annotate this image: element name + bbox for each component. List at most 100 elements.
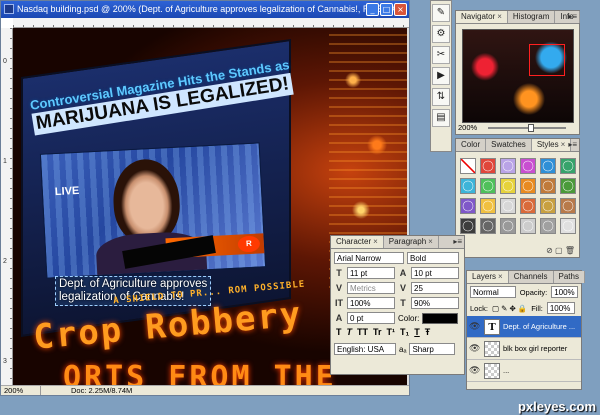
style-swatch[interactable] xyxy=(500,158,516,174)
layer-name[interactable]: Dept. of Agriculture ... xyxy=(503,322,575,331)
layer-thumbnail xyxy=(484,362,500,379)
all-caps-button[interactable]: TT xyxy=(357,327,368,337)
actions-icon[interactable]: ▶ xyxy=(432,67,450,85)
style-swatch[interactable] xyxy=(560,218,576,234)
style-swatch[interactable] xyxy=(480,178,496,194)
character-panel: Character × Paragraph × ▸≡ Arial Narrow Bo… xyxy=(330,235,465,375)
font-style-select[interactable]: Bold xyxy=(407,252,459,264)
font-size-icon: T xyxy=(336,268,342,278)
tool-preset-icon[interactable]: ⚙ xyxy=(432,25,450,43)
underline-button[interactable]: T xyxy=(414,327,420,337)
layer-item[interactable]: 👁 T Dept. of Agriculture ... xyxy=(467,316,581,338)
navigator-thumbnail[interactable] xyxy=(462,29,574,123)
kerning-field[interactable]: Metrics xyxy=(347,282,395,294)
style-swatch[interactable] xyxy=(540,178,556,194)
tab-paths[interactable]: Paths xyxy=(553,271,585,283)
leading-field[interactable]: 10 pt xyxy=(411,267,459,279)
faux-italic-button[interactable]: T xyxy=(347,327,353,337)
fill-field[interactable]: 100% xyxy=(546,302,575,314)
close-button[interactable]: × xyxy=(394,3,407,16)
layer-item[interactable]: 👁 ... xyxy=(467,360,581,382)
zoom-level[interactable]: 200% xyxy=(1,386,41,395)
brush-preset-icon[interactable]: ✎ xyxy=(432,4,450,22)
minimize-button[interactable]: _ xyxy=(366,3,379,16)
style-swatch[interactable] xyxy=(540,158,556,174)
clone-source-icon[interactable]: ✂ xyxy=(432,46,450,64)
zoom-slider-knob[interactable] xyxy=(528,124,534,132)
navigator-panel: Navigator × Histogram Info ▸≡ 200% xyxy=(455,10,580,135)
navigator-zoom-slider[interactable] xyxy=(488,124,566,132)
style-swatch[interactable] xyxy=(520,218,536,234)
baseline-shift-field[interactable]: 0 pt xyxy=(347,312,395,324)
eye-icon[interactable]: 👁 xyxy=(469,321,481,332)
tab-histogram[interactable]: Histogram xyxy=(507,11,556,23)
tracking-field[interactable]: 25 xyxy=(411,282,459,294)
tab-styles[interactable]: Styles × xyxy=(531,139,572,151)
language-select[interactable]: English: USA xyxy=(334,343,396,355)
style-swatch[interactable] xyxy=(540,198,556,214)
style-swatch[interactable] xyxy=(460,218,476,234)
style-swatch[interactable] xyxy=(560,178,576,194)
superscript-button[interactable]: T¹ xyxy=(387,327,396,337)
usb-icon[interactable]: ⇅ xyxy=(432,88,450,106)
tab-color[interactable]: Color xyxy=(456,139,487,151)
panel-menu-icon[interactable]: ▸≡ xyxy=(568,12,577,21)
layer-name[interactable]: blk box girl reporter xyxy=(503,344,567,353)
style-swatch[interactable] xyxy=(520,178,536,194)
opacity-field[interactable]: 100% xyxy=(551,286,578,298)
style-swatch[interactable] xyxy=(500,198,516,214)
small-caps-button[interactable]: Tr xyxy=(373,327,382,337)
layer-name[interactable]: ... xyxy=(503,366,509,375)
leading-icon: A xyxy=(399,268,407,278)
style-swatch[interactable] xyxy=(560,198,576,214)
notes-icon[interactable]: ▤ xyxy=(432,109,450,127)
style-swatch[interactable] xyxy=(520,158,536,174)
styles-footer-icons: ⊘ ▢ 🗑 xyxy=(546,246,575,255)
style-swatch[interactable] xyxy=(540,218,556,234)
style-swatch[interactable] xyxy=(520,198,536,214)
live-label: LIVE xyxy=(54,184,80,199)
navigator-zoom[interactable]: 200% xyxy=(458,123,477,132)
eye-icon[interactable]: 👁 xyxy=(469,365,481,376)
faux-bold-button[interactable]: T xyxy=(336,327,342,337)
style-swatch[interactable] xyxy=(500,218,516,234)
tab-channels[interactable]: Channels xyxy=(508,271,554,283)
tab-swatches[interactable]: Swatches xyxy=(486,139,532,151)
document-title-bar[interactable]: Nasdaq building.psd @ 200% (Dept. of Agr… xyxy=(1,1,409,18)
style-swatch[interactable] xyxy=(480,218,496,234)
antialias-select[interactable]: Sharp xyxy=(409,343,456,355)
style-swatch[interactable] xyxy=(500,178,516,194)
style-swatch[interactable] xyxy=(460,198,476,214)
strikethrough-button[interactable]: Ŧ xyxy=(425,327,431,337)
tab-layers[interactable]: Layers × xyxy=(467,271,509,283)
layer-item[interactable]: 👁 blk box girl reporter xyxy=(467,338,581,360)
panel-menu-icon[interactable]: ▸≡ xyxy=(453,237,462,246)
subscript-button[interactable]: T₁ xyxy=(400,327,409,337)
tab-paragraph[interactable]: Paragraph × xyxy=(383,236,439,248)
text-color-swatch[interactable] xyxy=(422,312,459,324)
watermark-logo: pxleyes.com xyxy=(517,399,596,414)
maximize-button[interactable]: □ xyxy=(380,3,393,16)
eye-icon[interactable]: 👁 xyxy=(469,343,481,354)
horizontal-scale-icon: T xyxy=(400,298,406,308)
no-style-swatch[interactable] xyxy=(460,158,476,174)
kerning-icon: V xyxy=(335,283,342,293)
font-size-field[interactable]: 11 pt xyxy=(347,267,395,279)
style-swatch[interactable] xyxy=(460,178,476,194)
layer-thumbnail xyxy=(484,340,500,357)
baseline-shift-icon: A xyxy=(335,313,343,323)
style-swatch[interactable] xyxy=(480,198,496,214)
style-swatch[interactable] xyxy=(560,158,576,174)
document-status-bar: 200% Doc: 2.25M/8.74M xyxy=(1,385,409,395)
font-family-select[interactable]: Arial Narrow xyxy=(334,252,404,264)
tab-navigator[interactable]: Navigator × xyxy=(456,11,508,23)
horizontal-scale-field[interactable]: 90% xyxy=(411,297,459,309)
style-swatch[interactable] xyxy=(480,158,496,174)
tab-character[interactable]: Character × xyxy=(331,236,384,248)
vertical-scale-field[interactable]: 100% xyxy=(347,297,395,309)
vertical-scale-icon: IT xyxy=(335,298,343,308)
panel-menu-icon[interactable]: ▸≡ xyxy=(568,140,577,149)
lock-icons[interactable]: ▢ ✎ ✥ 🔒 xyxy=(492,304,527,313)
blend-mode-select[interactable]: Normal xyxy=(470,286,516,298)
navigator-view-box[interactable] xyxy=(529,44,565,76)
